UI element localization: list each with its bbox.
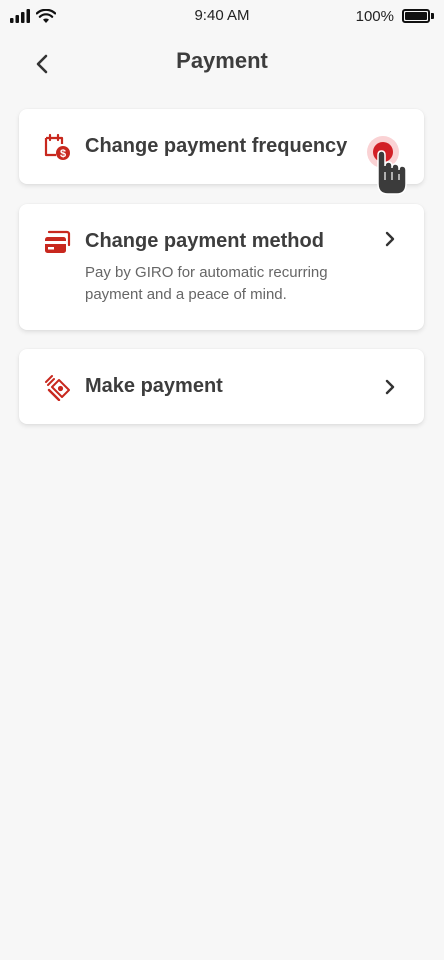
chevron-right-icon (385, 231, 395, 247)
hand-cash-icon (43, 373, 71, 401)
svg-text:$: $ (60, 148, 66, 160)
option-make-payment[interactable]: Make payment (19, 349, 424, 424)
page-title: Payment (176, 48, 268, 73)
status-time: 9:40 AM (194, 7, 250, 24)
option-description: Pay by GIRO for automatic recurring paym… (85, 264, 328, 303)
option-title: Make payment (85, 375, 223, 397)
payment-screen: 9:40 AM 100% Payment $ Change payment fr… (0, 0, 444, 960)
header: Payment (0, 40, 444, 84)
option-title: Change payment method (85, 230, 324, 252)
status-bar: 9:40 AM 100% (0, 0, 444, 32)
option-change-payment-method[interactable]: Change payment method Pay by GIRO for au… (19, 204, 424, 330)
credit-card-icon (43, 229, 71, 257)
calendar-dollar-icon: $ (43, 133, 71, 161)
option-title: Change payment frequency (85, 135, 348, 157)
chevron-right-icon (385, 379, 395, 395)
option-change-payment-frequency[interactable]: $ Change payment frequency (19, 109, 424, 184)
